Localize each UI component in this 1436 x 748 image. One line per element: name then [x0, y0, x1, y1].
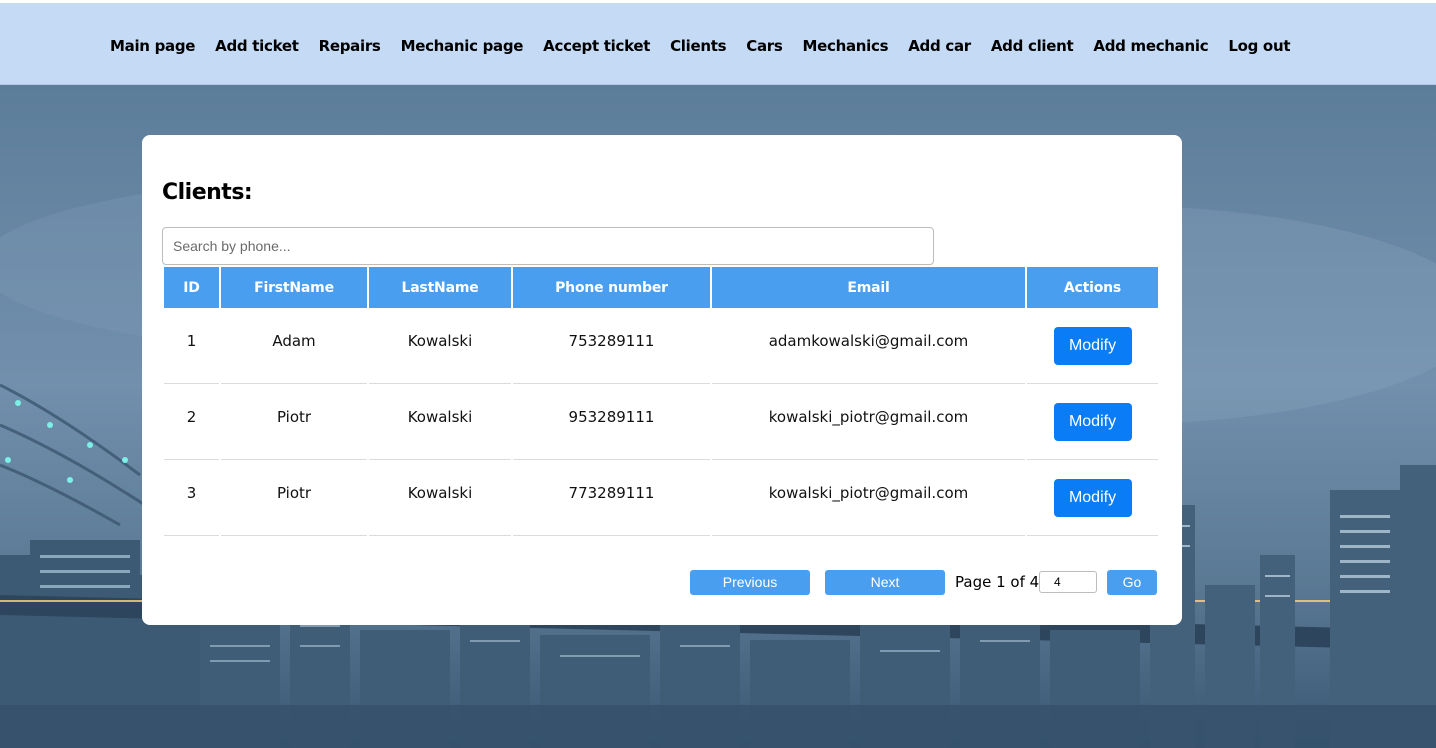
nav-accept-ticket[interactable]: Accept ticket — [543, 37, 650, 55]
cell-email: kowalski_piotr@gmail.com — [712, 384, 1025, 460]
header-firstname: FirstName — [221, 265, 367, 308]
cell-phone: 953289111 — [513, 384, 710, 460]
nav-cars[interactable]: Cars — [746, 37, 783, 55]
nav-main-page[interactable]: Main page — [110, 37, 195, 55]
nav-add-client[interactable]: Add client — [991, 37, 1074, 55]
page-number-input[interactable] — [1039, 571, 1097, 593]
table-row: 3 Piotr Kowalski 773289111 kowalski_piot… — [164, 460, 1158, 536]
cell-firstname: Piotr — [221, 460, 367, 536]
cell-lastname: Kowalski — [369, 308, 511, 384]
clients-card: Clients: ID FirstName LastName Phone num… — [142, 135, 1182, 625]
nav-clients[interactable]: Clients — [670, 37, 726, 55]
modify-button[interactable]: Modify — [1053, 402, 1132, 441]
nav-links: Main page Add ticket Repairs Mechanic pa… — [110, 37, 1291, 55]
cell-email: kowalski_piotr@gmail.com — [712, 460, 1025, 536]
cell-email: adamkowalski@gmail.com — [712, 308, 1025, 384]
header-email: Email — [712, 265, 1025, 308]
top-navbar: Main page Add ticket Repairs Mechanic pa… — [0, 3, 1436, 85]
nav-repairs[interactable]: Repairs — [319, 37, 381, 55]
cell-phone: 753289111 — [513, 308, 710, 384]
table-row: 2 Piotr Kowalski 953289111 kowalski_piot… — [164, 384, 1158, 460]
go-button[interactable]: Go — [1107, 570, 1157, 595]
previous-button[interactable]: Previous — [690, 570, 810, 595]
nav-add-ticket[interactable]: Add ticket — [215, 37, 299, 55]
table-header-row: ID FirstName LastName Phone number Email… — [164, 265, 1158, 308]
nav-log-out[interactable]: Log out — [1228, 37, 1290, 55]
cell-id: 1 — [164, 308, 219, 384]
header-actions: Actions — [1027, 265, 1158, 308]
cell-firstname: Adam — [221, 308, 367, 384]
next-button[interactable]: Next — [825, 570, 945, 595]
page-title: Clients: — [162, 180, 253, 205]
nav-mechanic-page[interactable]: Mechanic page — [401, 37, 524, 55]
cell-lastname: Kowalski — [369, 460, 511, 536]
modify-button[interactable]: Modify — [1053, 326, 1132, 365]
nav-add-mechanic[interactable]: Add mechanic — [1093, 37, 1208, 55]
cell-phone: 773289111 — [513, 460, 710, 536]
table-row: 1 Adam Kowalski 753289111 adamkowalski@g… — [164, 308, 1158, 384]
cell-id: 2 — [164, 384, 219, 460]
search-input[interactable] — [162, 227, 934, 265]
modify-button[interactable]: Modify — [1053, 478, 1132, 517]
nav-mechanics[interactable]: Mechanics — [803, 37, 889, 55]
header-id: ID — [164, 265, 219, 308]
cell-actions: Modify — [1027, 460, 1158, 536]
cell-actions: Modify — [1027, 384, 1158, 460]
header-phone: Phone number — [513, 265, 710, 308]
header-lastname: LastName — [369, 265, 511, 308]
page-indicator: Page 1 of 4 — [955, 573, 1040, 591]
clients-table: ID FirstName LastName Phone number Email… — [162, 265, 1160, 536]
cell-firstname: Piotr — [221, 384, 367, 460]
nav-add-car[interactable]: Add car — [908, 37, 971, 55]
cell-actions: Modify — [1027, 308, 1158, 384]
cell-lastname: Kowalski — [369, 384, 511, 460]
cell-id: 3 — [164, 460, 219, 536]
